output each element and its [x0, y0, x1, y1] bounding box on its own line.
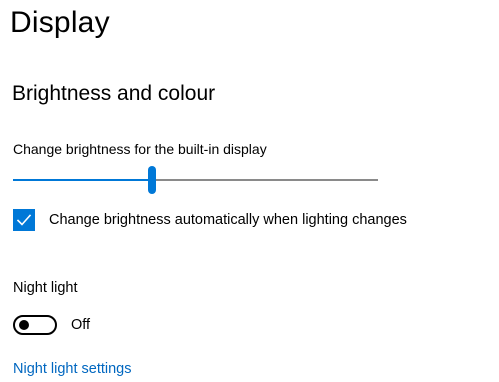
night-light-label: Night light [13, 280, 78, 296]
slider-fill [13, 179, 152, 181]
brightness-slider-label: Change brightness for the built-in displ… [13, 141, 267, 157]
auto-brightness-label[interactable]: Change brightness automatically when lig… [49, 212, 407, 228]
night-light-settings-link[interactable]: Night light settings [13, 361, 131, 377]
auto-brightness-option[interactable]: Change brightness automatically when lig… [13, 208, 407, 232]
toggle-knob [19, 320, 29, 330]
auto-brightness-checkbox[interactable] [13, 209, 35, 231]
night-light-toggle[interactable] [13, 315, 57, 335]
checkmark-icon [16, 214, 32, 226]
page-title: Display [10, 6, 110, 39]
night-light-toggle-row[interactable]: Off [13, 315, 90, 335]
section-heading-brightness: Brightness and colour [12, 82, 216, 105]
brightness-slider[interactable] [13, 166, 378, 194]
slider-thumb[interactable] [147, 166, 156, 194]
toggle-state-text: Off [71, 317, 91, 333]
